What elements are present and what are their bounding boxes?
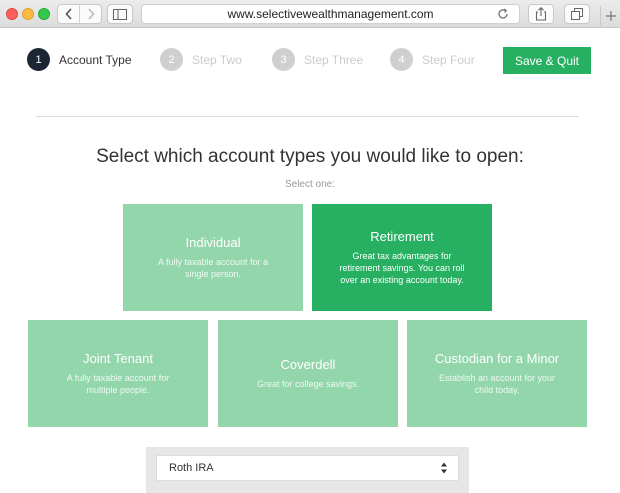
browser-toolbar: www.selectivewealthmanagement.com	[0, 0, 620, 28]
account-card-custodian-minor[interactable]: Custodian for a Minor Establish an accou…	[407, 320, 587, 427]
account-card-joint-tenant[interactable]: Joint Tenant A fully taxable account for…	[28, 320, 208, 427]
step-label: Account Type	[59, 52, 132, 67]
card-description: Establish an account for your child toda…	[438, 373, 556, 395]
account-card-retirement[interactable]: Retirement Great tax advantages for reti…	[312, 204, 492, 311]
step-label: Step Three	[304, 52, 364, 67]
step-four[interactable]: 4 Step Four	[390, 48, 475, 71]
account-select-value: Roth IRA	[169, 462, 214, 474]
address-bar[interactable]: www.selectivewealthmanagement.com	[141, 4, 520, 24]
step-two[interactable]: 2 Step Two	[160, 48, 242, 71]
back-arrow-icon	[64, 8, 72, 20]
account-card-coverdell[interactable]: Coverdell Great for college savings.	[218, 320, 398, 427]
step-account-type[interactable]: 1 Account Type	[27, 48, 132, 71]
select-arrows-icon	[441, 462, 447, 474]
new-tab-icon	[605, 11, 616, 21]
save-and-quit-button[interactable]: Save & Quit	[503, 47, 591, 74]
card-description: Great for college savings.	[256, 379, 360, 389]
page-title: Select which account types you would lik…	[96, 146, 524, 167]
share-button[interactable]	[528, 4, 554, 24]
card-description: A fully taxable account for multiple peo…	[66, 373, 170, 395]
step-number: 3	[272, 48, 295, 71]
url-text: www.selectivewealthmanagement.com	[227, 7, 434, 21]
step-number: 4	[390, 48, 413, 71]
new-tab-button[interactable]	[600, 6, 620, 26]
share-icon	[535, 7, 547, 21]
reload-icon	[498, 8, 508, 19]
card-description: A fully taxable account for a single per…	[157, 257, 269, 279]
card-description: Great tax advantages for retirement savi…	[339, 251, 465, 285]
step-label: Step Two	[192, 52, 242, 67]
forward-arrow-icon	[87, 8, 95, 20]
account-select-panel: Roth IRA	[146, 447, 469, 493]
divider	[36, 116, 579, 117]
sidebar-toggle-button[interactable]	[107, 4, 133, 24]
card-title: Individual	[185, 235, 241, 250]
card-title: Custodian for a Minor	[434, 351, 560, 366]
step-label: Step Four	[422, 52, 475, 67]
back-button[interactable]	[58, 5, 79, 23]
show-tabs-button[interactable]	[564, 4, 590, 24]
step-number: 2	[160, 48, 183, 71]
sidebar-icon	[113, 8, 127, 20]
step-number: 1	[27, 48, 50, 71]
account-select[interactable]: Roth IRA	[156, 455, 459, 481]
step-three[interactable]: 3 Step Three	[272, 48, 363, 71]
tabs-icon	[571, 8, 583, 20]
select-one-hint: Select one:	[284, 179, 336, 190]
zoom-window-button[interactable]	[38, 8, 50, 20]
reload-button[interactable]	[497, 8, 509, 23]
account-card-individual[interactable]: Individual A fully taxable account for a…	[123, 204, 303, 311]
card-title: Joint Tenant	[83, 351, 153, 366]
close-window-button[interactable]	[6, 8, 18, 20]
navigation-buttons	[57, 4, 102, 24]
forward-button[interactable]	[79, 5, 101, 23]
minimize-window-button[interactable]	[22, 8, 34, 20]
card-title: Coverdell	[280, 357, 336, 372]
card-title: Retirement	[370, 229, 434, 244]
